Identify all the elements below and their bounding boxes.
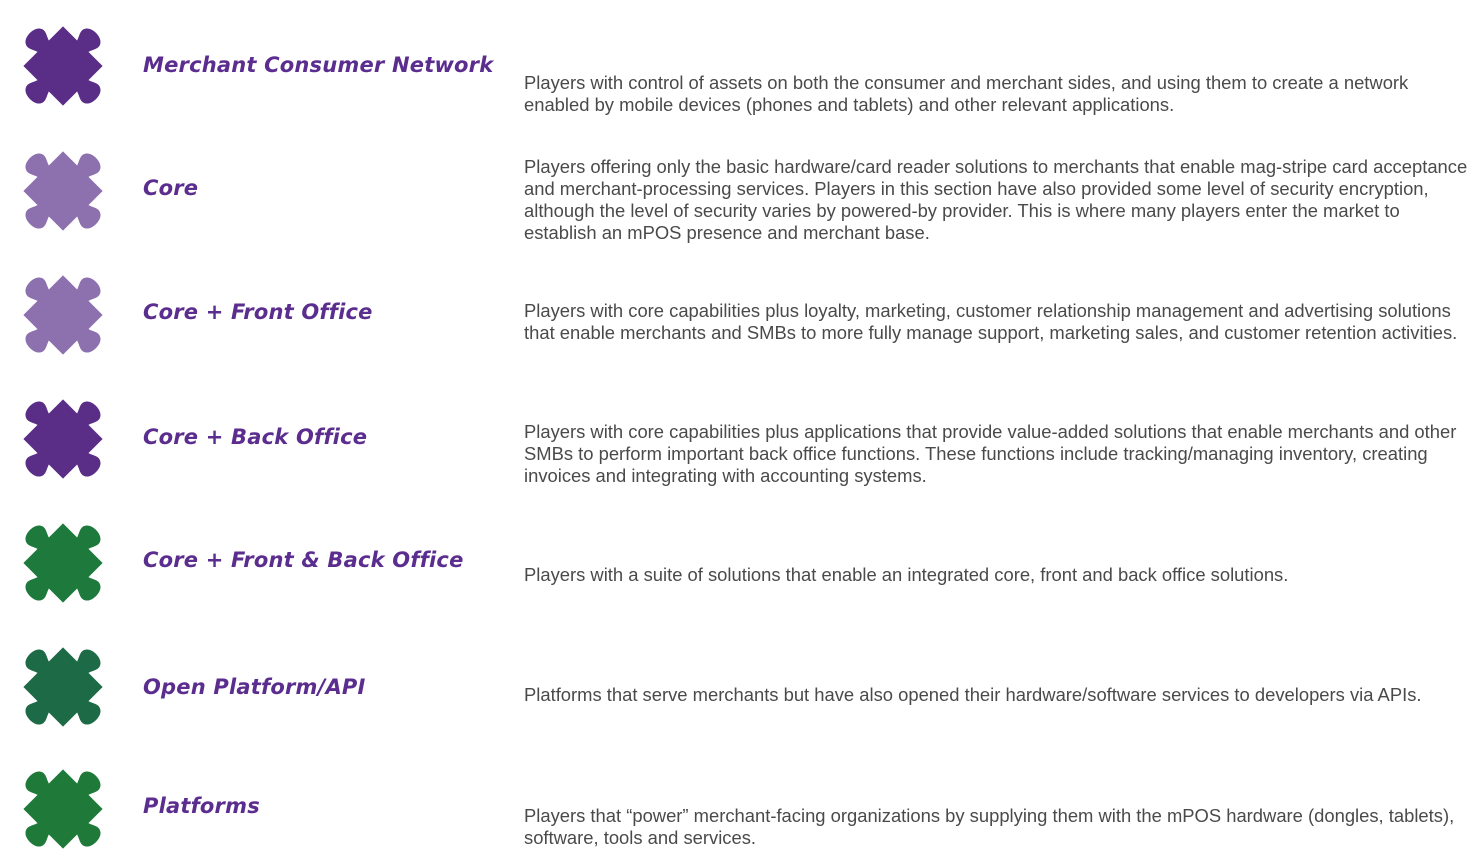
- segment-label: Core + Front Office: [143, 300, 373, 324]
- puzzle-piece-icon: [10, 510, 116, 616]
- segment-label: Core + Back Office: [143, 425, 368, 449]
- segment-label: Open Platform/API: [143, 675, 366, 699]
- segment-label: Merchant Consumer Network: [143, 53, 494, 77]
- segment-label: Core: [143, 176, 199, 200]
- segment-description: Platforms that serve merchants but have …: [524, 684, 1422, 705]
- puzzle-piece-icon: [10, 634, 116, 740]
- segment-description: Players with core capabilities plus appl…: [524, 421, 1457, 486]
- puzzle-piece-icon: [10, 13, 116, 119]
- segment-description: Players with control of assets on both t…: [524, 72, 1409, 115]
- puzzle-piece-icon: [10, 262, 116, 368]
- segment-description: Players that “power” merchant-facing org…: [524, 805, 1455, 848]
- puzzle-piece-icon: [10, 386, 116, 492]
- segment-description: Players with core capabilities plus loya…: [524, 300, 1458, 343]
- segment-description: Players with a suite of solutions that e…: [524, 564, 1289, 585]
- puzzle-piece-icon: [10, 138, 116, 244]
- segment-label: Core + Front & Back Office: [143, 548, 464, 572]
- segment-description: Players offering only the basic hardware…: [524, 156, 1468, 243]
- puzzle-piece-icon: [10, 756, 116, 862]
- segment-label: Platforms: [143, 794, 260, 818]
